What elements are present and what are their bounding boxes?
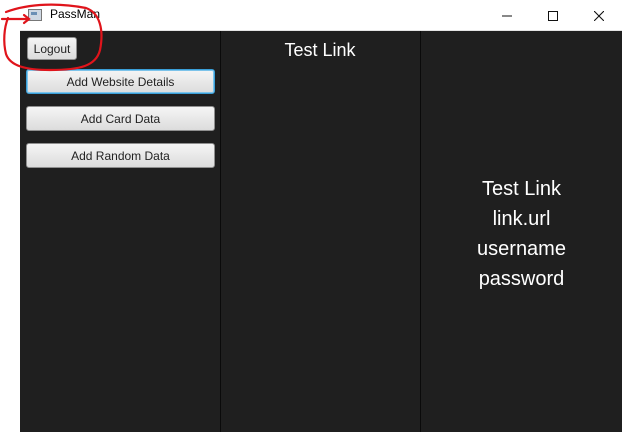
app-content: Logout Add Website Details Add Card Data…	[20, 31, 622, 432]
add-website-details-button[interactable]: Add Website Details	[26, 69, 215, 94]
add-card-data-button[interactable]: Add Card Data	[26, 106, 215, 131]
maximize-button[interactable]	[530, 0, 576, 31]
detail-url: link.url	[492, 208, 551, 230]
close-button[interactable]	[576, 0, 622, 31]
logout-button[interactable]: Logout	[27, 37, 77, 60]
window-title: PassMan	[50, 7, 101, 21]
details-panel: Test Link link.url username password	[421, 174, 622, 294]
detail-username: username	[477, 238, 566, 260]
detail-password: password	[478, 268, 565, 290]
minimize-button[interactable]	[484, 0, 530, 31]
detail-name: Test Link	[482, 178, 561, 200]
column-divider	[220, 31, 221, 432]
add-random-data-button[interactable]: Add Random Data	[26, 143, 215, 168]
list-item[interactable]: Test Link	[220, 40, 420, 61]
close-icon	[594, 10, 604, 21]
app-window-icon	[28, 9, 42, 21]
title-bar: PassMan	[20, 0, 622, 31]
minimize-icon	[502, 15, 512, 16]
maximize-icon	[548, 10, 558, 21]
